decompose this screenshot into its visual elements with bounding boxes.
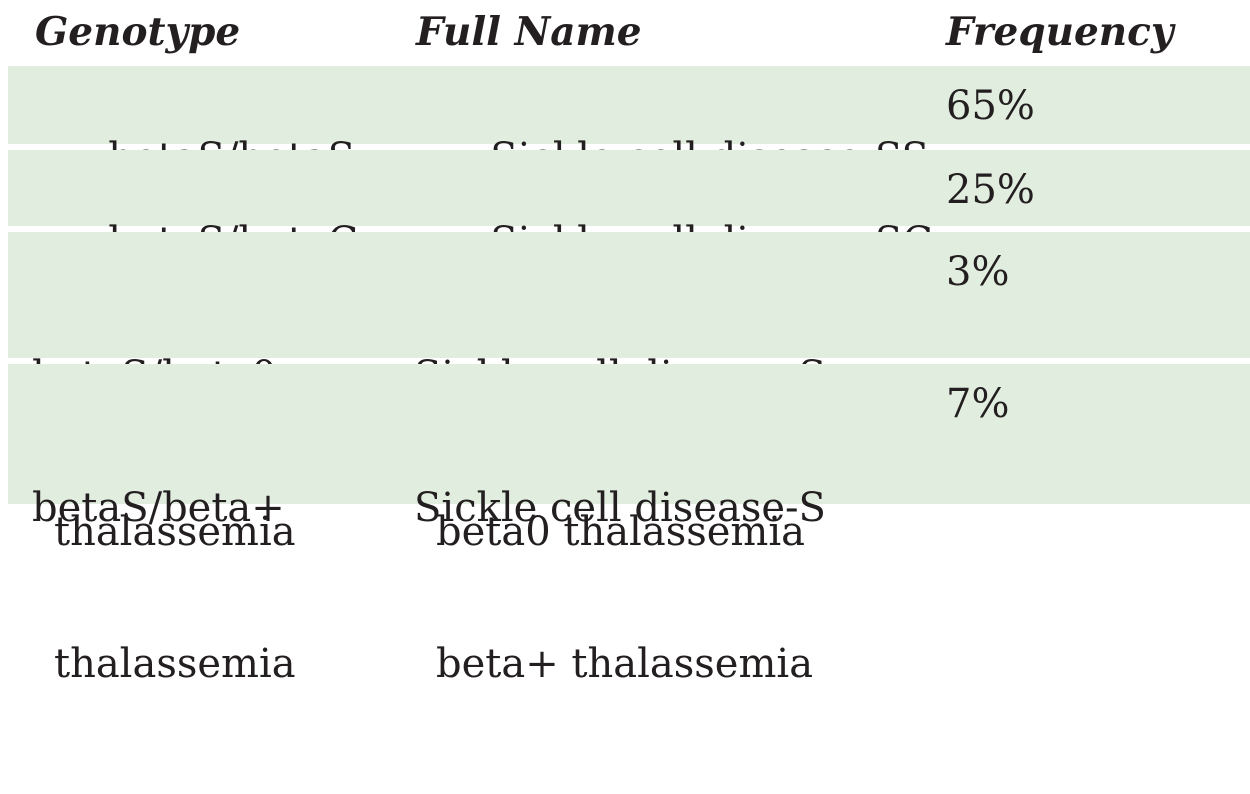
frequency-cell: 25%	[946, 167, 1035, 213]
table-row: betaS/betaC Sickle cell disease-SC 25%	[8, 150, 1250, 265]
full-name-cell: Sickle cell disease-S beta+ thalassemia	[414, 378, 826, 794]
genotype-frequency-table: Genotype Full Name Frequency betaS/betaS…	[8, 0, 1250, 687]
full-name-line: beta+ thalassemia	[436, 641, 814, 687]
table-row: betaS/betaS Sickle cell disease-SS 65%	[8, 66, 1250, 181]
table-header-row: Genotype Full Name Frequency	[8, 0, 1250, 66]
genotype-cell: betaS/beta+ thalassemia	[32, 378, 296, 794]
frequency-cell: 3%	[946, 249, 1010, 295]
header-genotype: Genotype	[35, 9, 241, 55]
frequency-cell: 65%	[946, 83, 1035, 129]
table-row: betaS/beta0 thalassemia Sickle cell dise…	[8, 232, 1250, 555]
header-frequency: Frequency	[946, 9, 1174, 55]
genotype-line: betaS/beta+	[32, 485, 285, 531]
table-row: betaS/beta+ thalassemia Sickle cell dise…	[8, 364, 1250, 687]
header-full-name: Full Name	[416, 9, 642, 55]
full-name-line: Sickle cell disease-S	[414, 485, 826, 531]
frequency-cell: 7%	[946, 381, 1010, 427]
genotype-line: thalassemia	[54, 641, 296, 687]
